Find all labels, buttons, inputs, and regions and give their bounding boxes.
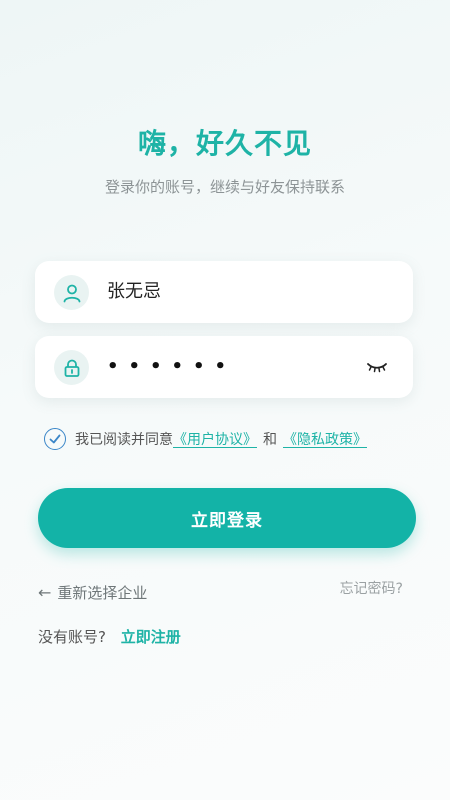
agreement-prefix: 我已阅读并同意 xyxy=(75,432,173,448)
login-button[interactable]: 立即登录 xyxy=(38,488,416,548)
privacy-policy-link[interactable]: 《隐私政策》 xyxy=(283,429,367,449)
password-input[interactable]: •••••• xyxy=(107,336,236,398)
agreement-checkbox[interactable] xyxy=(44,428,66,450)
username-field[interactable]: 张无忌 xyxy=(35,261,413,323)
lock-icon xyxy=(54,350,89,385)
arrow-left-icon: ← xyxy=(38,583,52,602)
forgot-password-link[interactable]: 忘记密码? xyxy=(340,578,403,598)
page-subtitle: 登录你的账号，继续与好友保持联系 xyxy=(104,178,345,196)
reselect-company-link[interactable]: ← 重新选择企业 xyxy=(38,582,147,603)
eye-closed-icon[interactable] xyxy=(365,358,389,376)
agreement-row: 我已阅读并同意 《用户协议》 和 《隐私政策》 xyxy=(44,427,367,451)
register-link[interactable]: 立即注册 xyxy=(121,628,181,646)
check-icon xyxy=(49,434,61,444)
reselect-company-label: 重新选择企业 xyxy=(57,584,148,602)
register-row: 没有账号? 立即注册 xyxy=(38,626,181,647)
user-agreement-link[interactable]: 《用户协议》 xyxy=(173,429,257,449)
agreement-and: 和 xyxy=(263,432,277,448)
username-input[interactable]: 张无忌 xyxy=(107,261,161,323)
no-account-label: 没有账号? xyxy=(38,628,106,646)
page-title: 嗨，好久不见 xyxy=(137,127,312,160)
user-icon xyxy=(54,275,89,310)
password-field[interactable]: •••••• xyxy=(35,336,413,398)
